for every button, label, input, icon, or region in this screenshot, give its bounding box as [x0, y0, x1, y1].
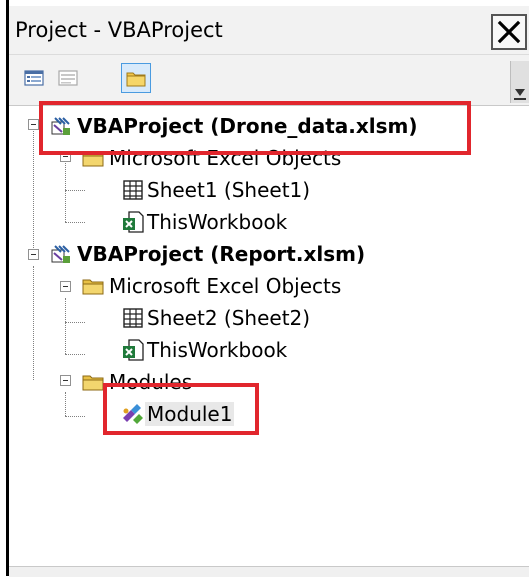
worksheet-icon — [123, 180, 143, 200]
collapse-toggle[interactable] — [60, 375, 71, 386]
folder-icon — [126, 72, 146, 87]
tree-node-label[interactable]: VBAProject (Report.xlsm) — [77, 242, 365, 266]
tree-connector — [65, 190, 85, 191]
tree-node-label[interactable]: Sheet2 (Sheet2) — [147, 306, 310, 330]
collapse-toggle[interactable] — [60, 281, 71, 292]
module-icon — [123, 404, 143, 424]
tree-connector — [65, 416, 85, 417]
tree-node-label[interactable]: Sheet1 (Sheet1) — [147, 178, 310, 202]
project-tree[interactable]: VBAProject (Drone_data.xlsm) Microsoft E… — [11, 106, 517, 564]
collapse-toggle[interactable] — [60, 151, 71, 162]
workbook-icon — [123, 339, 144, 361]
workbook-icon — [123, 211, 144, 233]
tree-node-label[interactable]: VBAProject (Drone_data.xlsm) — [77, 114, 418, 138]
toggle-folders-button[interactable] — [121, 63, 151, 93]
collapse-toggle[interactable] — [28, 249, 39, 260]
tree-connector — [65, 298, 66, 354]
vba-project-icon — [51, 117, 70, 135]
folder-icon — [82, 375, 104, 391]
folder-icon — [82, 279, 104, 295]
tree-connector — [65, 392, 66, 416]
tree-node-label[interactable]: Modules — [109, 370, 192, 394]
tree-node-label[interactable]: Microsoft Excel Objects — [109, 274, 341, 298]
vba-project-icon — [51, 245, 70, 263]
tree-connector — [65, 222, 85, 223]
tree-connector — [33, 266, 34, 380]
tree-connector — [65, 156, 66, 222]
view-code-button[interactable] — [19, 63, 49, 93]
collapse-toggle[interactable] — [28, 119, 39, 130]
view-object-button[interactable] — [53, 63, 83, 93]
toolbar-overflow-button[interactable] — [510, 61, 529, 103]
tree-node-label[interactable]: ThisWorkbook — [147, 338, 287, 362]
tree-node-label[interactable]: Module1 — [145, 402, 235, 426]
folder-icon — [82, 151, 104, 167]
tree-node-label[interactable]: Microsoft Excel Objects — [109, 146, 341, 170]
close-button[interactable] — [491, 14, 527, 50]
close-icon — [497, 20, 521, 44]
horizontal-scrollbar[interactable] — [9, 566, 529, 577]
chevron-down-icon — [514, 89, 526, 100]
view-code-icon — [24, 70, 44, 86]
project-explorer-window: Project - VBAProject VBAProject (Drone_d… — [0, 0, 529, 577]
window-title: Project - VBAProject — [15, 18, 223, 42]
view-object-icon — [58, 70, 78, 86]
tree-connector — [65, 354, 85, 355]
worksheet-icon — [123, 308, 143, 328]
toolbar — [9, 55, 529, 106]
title-bar[interactable]: Project - VBAProject — [9, 6, 529, 55]
tree-connector — [33, 124, 34, 254]
tree-node-label[interactable]: ThisWorkbook — [147, 210, 287, 234]
tree-connector — [65, 322, 85, 323]
